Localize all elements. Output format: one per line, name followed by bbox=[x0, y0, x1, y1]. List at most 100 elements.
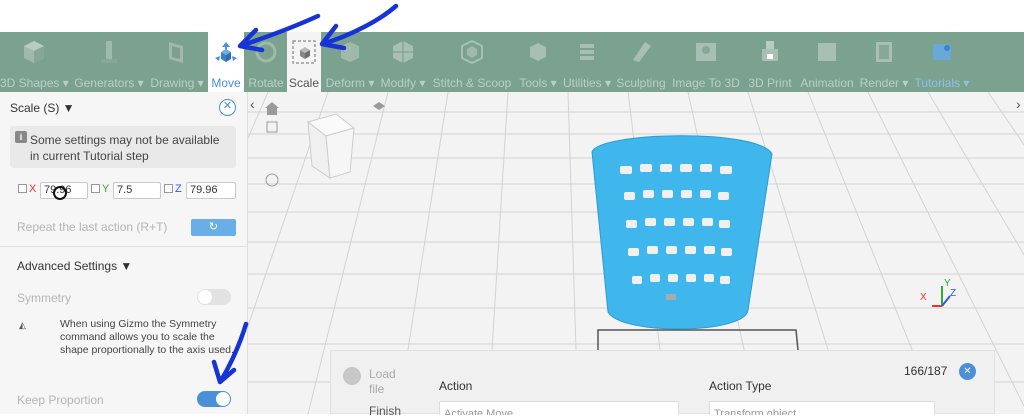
tool-label: Utilities ▾ bbox=[562, 76, 612, 90]
info-box: i Some settings may not be available in … bbox=[10, 126, 236, 168]
frame-icon bbox=[169, 42, 183, 63]
x-axis-label: X bbox=[29, 183, 37, 195]
top-strip bbox=[0, 0, 1024, 32]
tools-icon bbox=[530, 43, 546, 61]
tool-move[interactable]: Move bbox=[208, 32, 244, 92]
tool-utilities[interactable]: Utilities ▾ bbox=[561, 32, 613, 92]
tool-label: Scale bbox=[288, 76, 320, 90]
tool-generators[interactable]: Generators ▾ bbox=[72, 32, 146, 92]
axis-indicator bbox=[932, 286, 951, 307]
tool-modify[interactable]: Modify ▾ bbox=[378, 32, 428, 92]
main-toolbar: 3D Shapes ▾ Generators ▾ Drawing ▾ Move … bbox=[0, 32, 1024, 92]
tool-image-to-3d[interactable]: Image To 3D bbox=[670, 32, 742, 92]
tool-tools[interactable]: Tools ▾ bbox=[516, 32, 560, 92]
tool-label: Drawing ▾ bbox=[150, 76, 204, 90]
z-scale-input[interactable]: 79.96 bbox=[186, 182, 236, 199]
tool-label: Generators ▾ bbox=[74, 76, 144, 90]
axis-z-label: Z bbox=[950, 288, 957, 299]
tool-stitch-scoop[interactable]: Stitch & Scoop bbox=[430, 32, 514, 92]
tool-label: Image To 3D bbox=[672, 76, 740, 90]
view-cube[interactable] bbox=[306, 113, 356, 179]
modify-icon bbox=[393, 41, 413, 63]
keep-proportion-toggle[interactable] bbox=[197, 391, 231, 407]
close-icon: ✕ bbox=[222, 100, 233, 112]
z-axis-label: Z bbox=[175, 183, 182, 195]
tool-3d-print[interactable]: 3D Print bbox=[744, 32, 796, 92]
load-file-icon[interactable] bbox=[343, 367, 361, 385]
panel-title[interactable]: Scale (S) ▼ bbox=[10, 101, 75, 115]
tutorial-panel: Load file Finish Action Activate Move Ac… bbox=[330, 350, 995, 418]
rotate-icon bbox=[255, 41, 277, 63]
fit-view-icon bbox=[266, 121, 278, 133]
tool-animation[interactable]: Animation bbox=[798, 32, 856, 92]
load-file-label[interactable]: Load file bbox=[369, 367, 403, 397]
tool-3d-shapes[interactable]: 3D Shapes ▾ bbox=[0, 32, 69, 92]
keep-proportion-label: Keep Proportion bbox=[17, 393, 104, 407]
step-counter: 166/187 bbox=[904, 364, 948, 378]
collapse-panel-arrow: ‹ bbox=[250, 96, 255, 112]
tool-label: 3D Shapes ▾ bbox=[0, 76, 69, 90]
tool-scale[interactable]: Scale bbox=[287, 32, 321, 92]
tool-sculpting[interactable]: Sculpting bbox=[614, 32, 668, 92]
tool-label: Move bbox=[211, 76, 241, 90]
move-gizmo-icon bbox=[215, 42, 237, 62]
tool-render[interactable]: Render ▾ bbox=[858, 32, 910, 92]
action-type-header: Action Type bbox=[709, 379, 772, 393]
tool-drawing[interactable]: Drawing ▾ bbox=[148, 32, 206, 92]
info-icon: i bbox=[15, 131, 27, 143]
tool-rotate[interactable]: Rotate bbox=[246, 32, 286, 92]
sculpt-icon bbox=[633, 42, 651, 62]
tool-label: 3D Print bbox=[748, 76, 792, 90]
image-icon bbox=[696, 43, 716, 61]
tool-label: Tools ▾ bbox=[519, 76, 557, 90]
render-icon bbox=[876, 42, 892, 62]
expand-right-arrow: › bbox=[1016, 96, 1021, 112]
y-scale-input[interactable]: 7.5 bbox=[113, 182, 161, 199]
camera-icon bbox=[373, 102, 385, 110]
tool-tutorials[interactable]: Tutorials ▾ bbox=[912, 32, 972, 92]
tool-label: Modify ▾ bbox=[380, 76, 426, 90]
action-type-field: Transform object bbox=[709, 401, 935, 415]
y-lock-checkbox[interactable] bbox=[91, 184, 100, 193]
scale-panel: Scale (S) ▼ ✕ i Some settings may not be… bbox=[0, 92, 248, 414]
symmetry-toggle[interactable] bbox=[197, 289, 231, 305]
z-lock-checkbox[interactable] bbox=[164, 184, 173, 193]
axis-x-label: X bbox=[920, 292, 927, 303]
tool-label: Sculpting bbox=[616, 76, 666, 90]
cube-icon bbox=[24, 41, 44, 63]
y-axis-label: Y bbox=[102, 183, 110, 195]
finish-label[interactable]: Finish bbox=[369, 404, 401, 418]
deform-icon bbox=[341, 42, 359, 62]
advanced-settings-header[interactable]: Advanced Settings ▼ bbox=[17, 259, 132, 273]
close-icon: ✕ bbox=[963, 366, 972, 377]
home-icon bbox=[265, 102, 279, 115]
layers-icon bbox=[580, 44, 594, 60]
forbidden-cursor-icon bbox=[53, 186, 67, 200]
close-tutorial-button[interactable]: ✕ bbox=[959, 363, 976, 380]
tool-label: Rotate bbox=[248, 76, 284, 90]
tool-label: Tutorials ▾ bbox=[914, 76, 970, 90]
action-field: Activate Move bbox=[439, 401, 679, 415]
pillar-icon bbox=[101, 41, 117, 63]
repeat-action-label: Repeat the last action (R+T) bbox=[17, 220, 168, 234]
stitch-icon bbox=[461, 39, 483, 65]
refresh-icon: ↻ bbox=[208, 221, 219, 233]
symmetry-label: Symmetry bbox=[17, 291, 71, 305]
tool-label: Animation bbox=[800, 76, 854, 90]
gizmo-note: When using Gizmo the Symmetry command al… bbox=[60, 318, 234, 356]
printer-icon bbox=[762, 41, 778, 61]
tool-label: Render ▾ bbox=[859, 76, 909, 90]
gizmo-icon: ◭ bbox=[19, 320, 26, 330]
close-panel-button[interactable]: ✕ bbox=[219, 99, 236, 116]
tutorial-icon bbox=[933, 44, 951, 60]
action-header: Action bbox=[439, 379, 473, 393]
tool-label: Deform ▾ bbox=[325, 76, 375, 90]
pivot-marker bbox=[666, 294, 676, 300]
tool-deform[interactable]: Deform ▾ bbox=[324, 32, 376, 92]
animation-icon bbox=[818, 43, 836, 61]
info-text: Some settings may not be available in cu… bbox=[30, 133, 220, 163]
tool-label: Stitch & Scoop bbox=[432, 76, 512, 90]
x-lock-checkbox[interactable] bbox=[18, 184, 27, 193]
scale-icon bbox=[292, 40, 316, 64]
repeat-action-button[interactable]: ↻ bbox=[191, 219, 236, 236]
